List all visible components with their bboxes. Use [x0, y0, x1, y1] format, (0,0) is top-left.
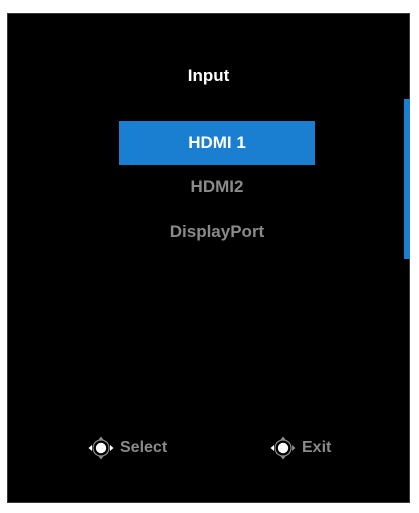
joystick-left-right-icon	[88, 436, 114, 460]
menu-title: Input	[187, 66, 230, 85]
select-hint: Select	[88, 436, 167, 460]
joystick-left-icon	[270, 436, 296, 460]
exit-hint: Exit	[270, 436, 331, 460]
scroll-indicator	[404, 99, 410, 259]
select-label: Select	[120, 439, 168, 456]
exit-label: Exit	[302, 439, 332, 456]
menu-item-hdmi1[interactable]: HDMI 1	[119, 121, 315, 165]
osd-menu: Input HDMI 1 HDMI2 DisplayPort Select Ex…	[7, 13, 410, 503]
menu-item-displayport[interactable]: DisplayPort	[119, 210, 315, 254]
menu-item-hdmi2[interactable]: HDMI2	[119, 165, 315, 209]
